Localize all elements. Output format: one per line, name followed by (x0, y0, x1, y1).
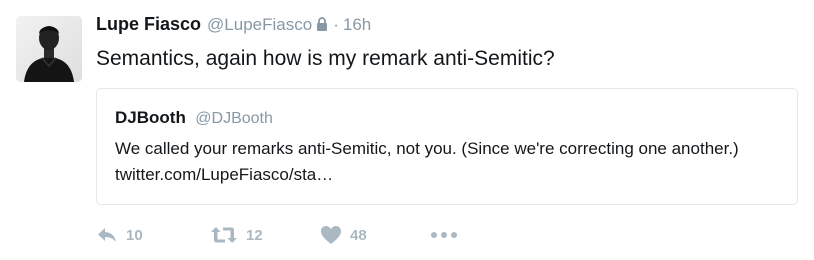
tweet-header: Lupe Fiasco @LupeFiasco · 16h (96, 14, 800, 38)
tweet-timestamp[interactable]: 16h (343, 15, 371, 35)
tweet-actions: 10 12 48 (96, 222, 458, 248)
retweet-count: 12 (246, 226, 263, 244)
reply-icon (96, 226, 118, 244)
lock-icon (316, 17, 328, 31)
quoted-author-fullname: DJBooth (115, 108, 186, 127)
author-username[interactable]: @LupeFiasco (207, 15, 312, 35)
avatar[interactable] (16, 16, 82, 82)
quoted-author-username: @DJBooth (195, 110, 273, 127)
reply-button[interactable]: 10 (96, 226, 206, 244)
more-button[interactable] (430, 231, 458, 239)
quoted-tweet-header: DJBooth @DJBooth (115, 107, 779, 130)
tweet: Lupe Fiasco @LupeFiasco · 16h Semantics,… (0, 0, 814, 260)
tweet-content: Lupe Fiasco @LupeFiasco · 16h Semantics,… (96, 14, 800, 73)
more-dots-icon (430, 231, 458, 239)
heart-icon (320, 225, 342, 245)
retweet-button[interactable]: 12 (210, 226, 320, 244)
like-count: 48 (350, 226, 367, 244)
reply-count: 10 (126, 226, 143, 244)
tweet-text: Semantics, again how is my remark anti-S… (96, 47, 555, 70)
quoted-tweet[interactable]: DJBooth @DJBooth We called your remarks … (96, 88, 798, 205)
quoted-tweet-text: We called your remarks anti-Semitic, not… (115, 139, 739, 184)
avatar-image (16, 16, 82, 82)
separator-dot: · (333, 15, 339, 34)
author-fullname[interactable]: Lupe Fiasco (96, 14, 201, 35)
like-button[interactable]: 48 (320, 225, 430, 245)
retweet-icon (210, 226, 238, 244)
